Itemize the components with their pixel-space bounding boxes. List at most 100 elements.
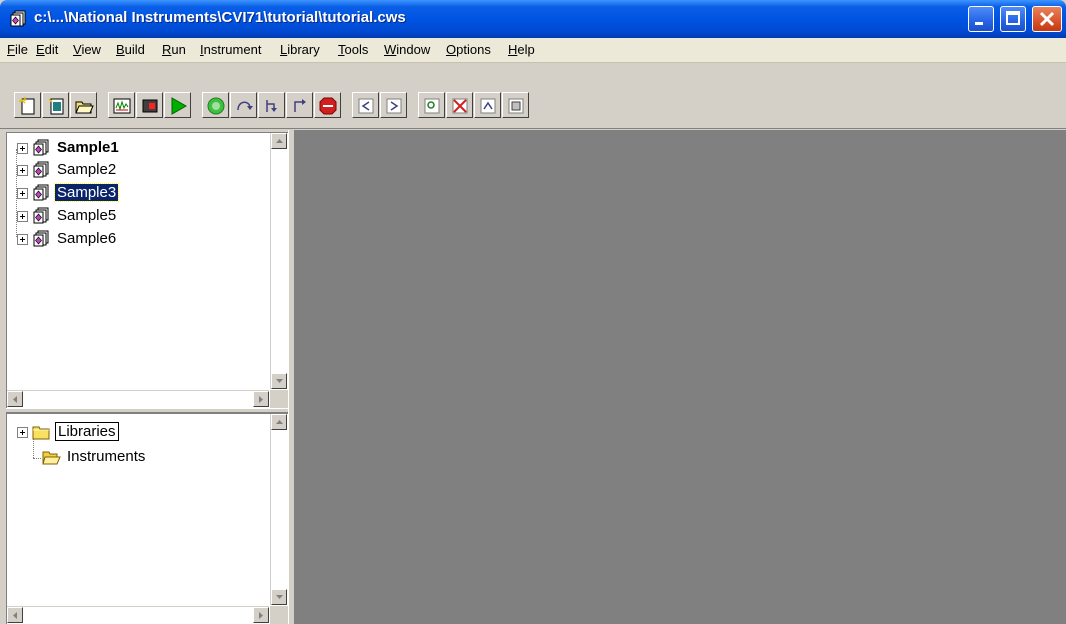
scroll-left-button[interactable]	[7, 391, 23, 407]
project-icon	[33, 230, 49, 247]
project-tree-pane[interactable]: Sample1 Sample2 Sample3 Sample5 Sample6	[6, 132, 288, 408]
vertical-scrollbar[interactable]	[270, 133, 288, 389]
step-over-button[interactable]	[230, 92, 257, 118]
open-folder-icon	[75, 101, 94, 114]
menu-file[interactable]: File	[7, 42, 28, 57]
arrow-left-icon	[13, 396, 17, 403]
maximize-button[interactable]	[1000, 6, 1026, 32]
tree-label: Instruments	[67, 448, 146, 465]
tree-label: Sample2	[57, 161, 117, 178]
panel-button[interactable]	[136, 92, 163, 118]
workspace-icon	[10, 10, 26, 27]
scroll-left-button[interactable]	[7, 607, 23, 623]
tag-icon	[508, 98, 524, 114]
breakpoint-prev-button[interactable]	[352, 92, 379, 118]
folder-icon	[32, 426, 50, 440]
scroll-up-button[interactable]	[271, 414, 287, 430]
toggle-breakpoint-button[interactable]	[446, 92, 473, 118]
arrow-down-icon	[276, 595, 283, 599]
step-over-icon	[237, 101, 253, 111]
stop-button[interactable]	[314, 92, 341, 118]
minimize-icon	[975, 22, 983, 25]
finish-function-icon	[294, 99, 306, 112]
menu-edit[interactable]: Edit	[36, 42, 58, 57]
finish-function-button[interactable]	[286, 92, 313, 118]
scroll-up-button[interactable]	[271, 133, 287, 149]
tree-connector	[33, 458, 41, 459]
window-title: c:\...\National Instruments\CVI71\tutori…	[34, 9, 406, 26]
expand-icon[interactable]	[17, 234, 28, 245]
uir-editor-button[interactable]	[108, 92, 135, 118]
close-icon	[1039, 11, 1055, 27]
vertical-splitter[interactable]	[288, 130, 295, 624]
new-file-icon	[19, 97, 35, 115]
minimize-button[interactable]	[968, 6, 994, 32]
close-button[interactable]	[1032, 6, 1062, 32]
scroll-corner	[270, 606, 288, 624]
breakpoint-next-icon	[386, 98, 402, 114]
arrow-right-icon	[259, 396, 263, 403]
menu-bar: File Edit View Build Run Instrument Libr…	[0, 38, 1066, 63]
menu-instrument[interactable]: Instrument	[200, 42, 261, 57]
watch-icon	[480, 98, 496, 114]
go-button[interactable]	[202, 92, 229, 118]
tree-label-selected: Sample3	[53, 183, 120, 202]
find-button[interactable]	[418, 92, 445, 118]
stop-icon	[319, 97, 337, 115]
waveform-panel-icon	[113, 98, 131, 114]
menu-help[interactable]: Help	[508, 42, 535, 57]
title-bar[interactable]: c:\...\National Instruments\CVI71\tutori…	[0, 0, 1066, 38]
expand-icon[interactable]	[17, 211, 28, 222]
run-icon	[171, 97, 188, 115]
new-project-button[interactable]	[42, 92, 69, 118]
menu-build[interactable]: Build	[116, 42, 145, 57]
menu-run[interactable]: Run	[162, 42, 186, 57]
scroll-right-button[interactable]	[253, 391, 269, 407]
scroll-down-button[interactable]	[271, 373, 287, 389]
breakpoint-prev-icon	[358, 98, 374, 114]
tree-label: Sample6	[57, 230, 117, 247]
menu-window[interactable]: Window	[384, 42, 430, 57]
mdi-workspace[interactable]	[295, 130, 1066, 624]
menu-tools[interactable]: Tools	[338, 42, 368, 57]
tree-label: Sample1	[57, 139, 119, 156]
watch-button[interactable]	[474, 92, 501, 118]
breakpoint-next-button[interactable]	[380, 92, 407, 118]
library-tree-pane[interactable]: Libraries Instruments	[6, 413, 288, 624]
panel-icon	[142, 99, 158, 113]
expand-icon[interactable]	[17, 427, 28, 438]
open-folder-icon	[42, 451, 61, 465]
go-icon	[207, 97, 225, 115]
toolbar	[0, 63, 1066, 129]
scroll-right-button[interactable]	[253, 607, 269, 623]
tree-label-focused: Libraries	[55, 422, 119, 441]
scroll-down-button[interactable]	[271, 589, 287, 605]
menu-library[interactable]: Library	[280, 42, 320, 57]
project-icon	[33, 184, 49, 201]
project-icon	[33, 161, 49, 178]
new-file-button[interactable]	[14, 92, 41, 118]
step-into-icon	[266, 100, 277, 112]
menu-view[interactable]: View	[73, 42, 101, 57]
arrow-down-icon	[276, 379, 283, 383]
maximize-icon	[1006, 11, 1020, 25]
expand-icon[interactable]	[17, 165, 28, 176]
horizontal-scrollbar[interactable]	[7, 606, 269, 624]
vertical-scrollbar[interactable]	[270, 414, 288, 605]
project-icon	[33, 207, 49, 224]
step-into-button[interactable]	[258, 92, 285, 118]
arrow-up-icon	[276, 139, 283, 143]
project-icon	[33, 139, 49, 156]
toggle-breakpoint-icon	[452, 98, 468, 114]
open-button[interactable]	[70, 92, 97, 118]
run-button[interactable]	[164, 92, 191, 118]
expand-icon[interactable]	[17, 143, 28, 154]
arrow-right-icon	[259, 612, 263, 619]
arrow-up-icon	[276, 420, 283, 424]
tag-button[interactable]	[502, 92, 529, 118]
tree-label: Sample5	[57, 207, 117, 224]
expand-icon[interactable]	[17, 188, 28, 199]
scroll-corner	[270, 390, 288, 408]
menu-options[interactable]: Options	[446, 42, 491, 57]
horizontal-scrollbar[interactable]	[7, 390, 269, 408]
